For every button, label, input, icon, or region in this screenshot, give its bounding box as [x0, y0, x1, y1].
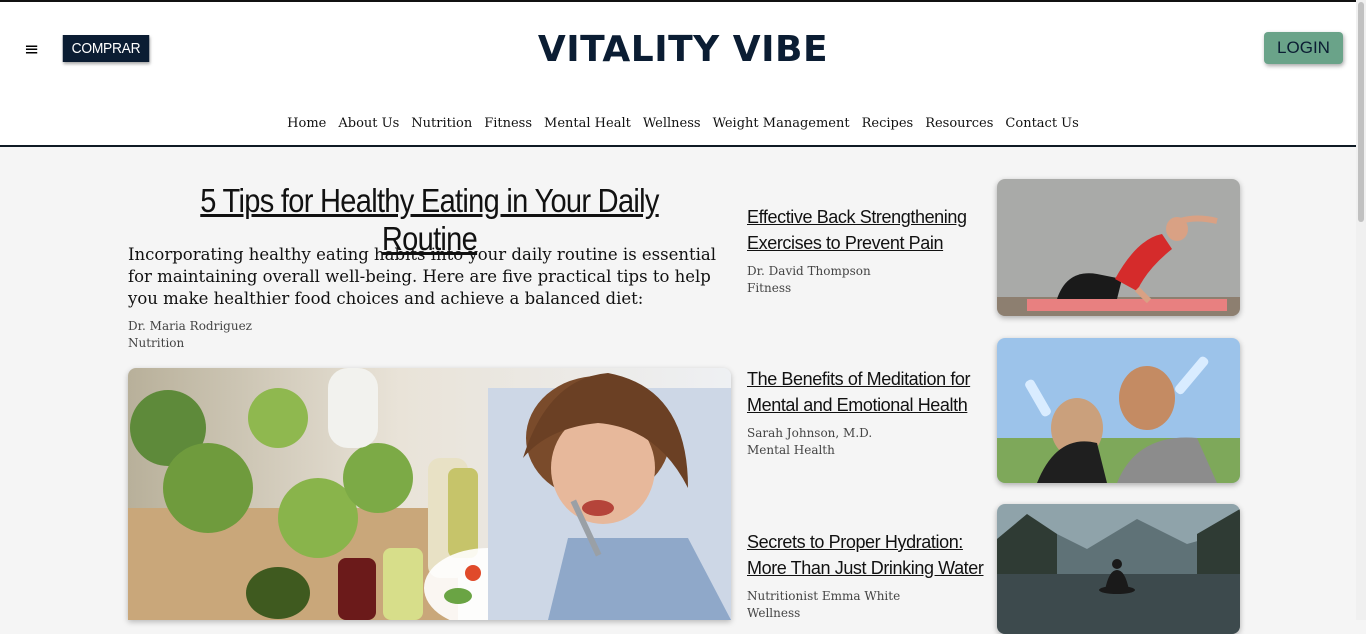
side-article-category-3: Wellness: [747, 606, 801, 620]
page-scrollbar[interactable]: [1356, 0, 1366, 620]
nav-recipes[interactable]: Recipes: [862, 116, 914, 131]
main-article-image[interactable]: [128, 368, 731, 620]
login-button[interactable]: LOGIN: [1264, 32, 1343, 64]
side-article-author-2: Sarah Johnson, M.D.: [747, 426, 873, 440]
main-article-category: Nutrition: [128, 336, 185, 350]
main-nav: Home About Us Nutrition Fitness Mental Healt…: [0, 116, 1366, 131]
side-article-meta-2: Sarah Johnson, M.D. Mental Health: [747, 425, 872, 459]
scrollbar-thumb[interactable]: [1358, 2, 1364, 222]
side-article-meta-3: Nutritionist Emma White Wellness: [747, 588, 900, 622]
main-article-intro: Incorporating healthy eating habits into…: [128, 245, 717, 308]
main-article-author: Dr. Maria Rodriguez: [128, 319, 253, 333]
side-article-meta-1: Dr. David Thompson Fitness: [747, 263, 871, 297]
nav-contact[interactable]: Contact Us: [1005, 116, 1078, 131]
nav-fitness[interactable]: Fitness: [484, 116, 532, 131]
side-article-category-1: Fitness: [747, 281, 792, 295]
nav-mental-health[interactable]: Mental Healt: [544, 116, 631, 131]
side-article-title-2[interactable]: The Benefits of Meditation for Mental an…: [747, 366, 997, 418]
nav-weight-management[interactable]: Weight Management: [713, 116, 850, 131]
side-article-author-1: Dr. David Thompson: [747, 264, 871, 278]
side-article-author-3: Nutritionist Emma White: [747, 589, 901, 603]
main-article-meta: Dr. Maria Rodriguez Nutrition: [128, 318, 252, 352]
side-article-image-1[interactable]: [997, 179, 1240, 316]
site-header: ≡ COMPRAR VITALITY VIBE LOGIN Home About …: [0, 2, 1356, 147]
nav-resources[interactable]: Resources: [925, 116, 993, 131]
nav-wellness[interactable]: Wellness: [643, 116, 701, 131]
nav-about[interactable]: About Us: [338, 116, 399, 131]
nav-nutrition[interactable]: Nutrition: [411, 116, 472, 131]
nav-home[interactable]: Home: [287, 116, 326, 131]
side-article-title-3[interactable]: Secrets to Proper Hydration: More Than J…: [747, 529, 997, 581]
site-brand[interactable]: VITALITY VIBE: [0, 29, 1366, 70]
side-article-image-3[interactable]: [997, 504, 1240, 634]
side-article-title-1[interactable]: Effective Back Strengthening Exercises t…: [747, 204, 997, 256]
side-article-category-2: Mental Health: [747, 443, 835, 457]
side-article-image-2[interactable]: [997, 338, 1240, 483]
